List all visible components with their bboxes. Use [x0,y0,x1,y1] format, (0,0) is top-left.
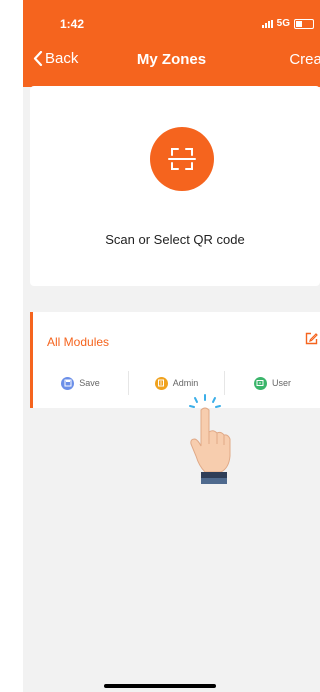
save-button[interactable]: Save [33,371,129,395]
module-card: All Modules Save Admin User [30,312,320,408]
admin-label: Admin [172,378,199,388]
module-title: All Modules [47,335,110,349]
signal-icon [261,19,273,28]
admin-icon [154,376,168,390]
user-label: User [271,378,291,388]
status-indicators: 5G [261,18,314,29]
home-indicator [104,684,216,688]
create-button[interactable]: Creat [289,51,320,68]
user-button[interactable]: User [225,371,320,395]
user-icon [253,376,267,390]
scan-frame-icon [168,148,196,170]
battery-icon [294,18,314,29]
tap-hand-icon [189,394,231,484]
app-screen: 1:42 5G Back My Zones Creat [23,0,320,692]
header-bar: 1:42 5G Back My Zones Creat [23,0,320,87]
save-label: Save [79,378,100,388]
scan-card[interactable]: Scan or Select QR code [30,86,320,286]
page-title: My Zones [136,51,207,68]
scan-label: Scan or Select QR code [105,232,245,247]
save-icon [61,376,75,390]
edit-icon[interactable] [305,332,318,345]
admin-button[interactable]: Admin [129,371,225,395]
network-label: 5G [276,18,290,29]
qr-scan-button[interactable] [150,127,214,191]
module-actions: Save Admin User [33,371,320,395]
status-time: 1:42 [60,17,85,31]
